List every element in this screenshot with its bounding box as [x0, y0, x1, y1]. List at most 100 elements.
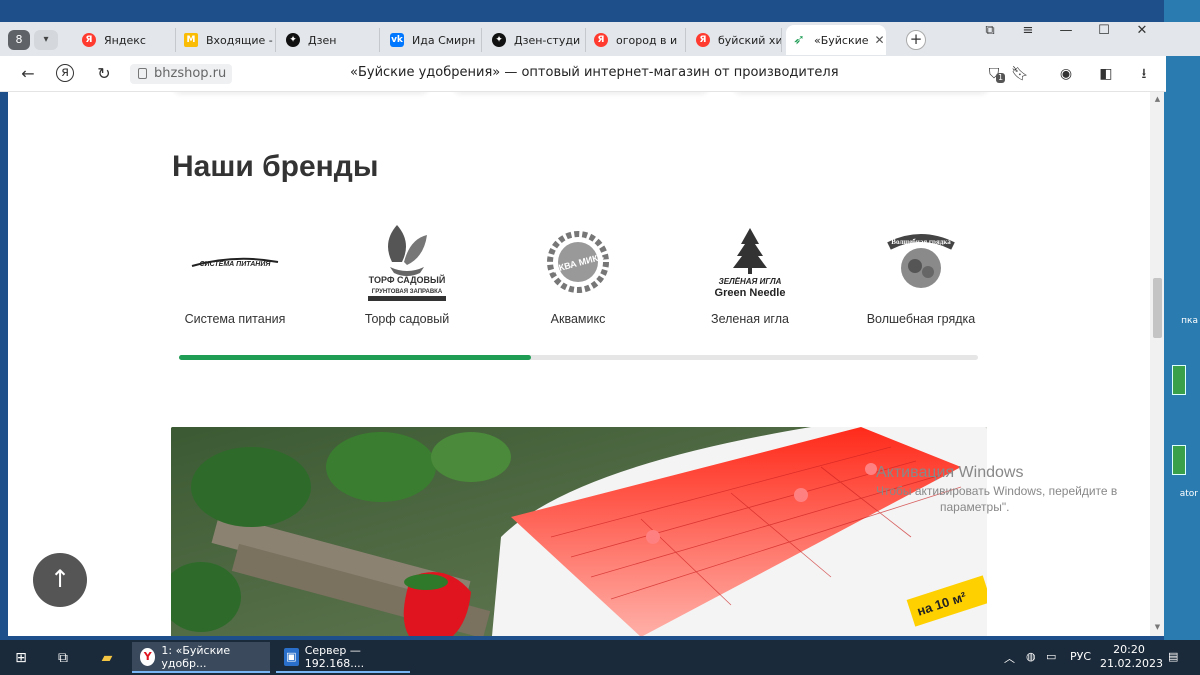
tab-strip-container: 8 ▾ Я Яндекс M Входящие - ✦ Дзен vk Ида …	[0, 0, 1200, 56]
brand-akvamiks[interactable]: АКВА МИКС Аквамикс	[503, 212, 653, 326]
windows-taskbar: ⊞ ⧉ ▰ Y 1: «Буйские удобр... ▣ Сервер — …	[0, 640, 1200, 675]
brand-zelenaya-igla[interactable]: ЗЕЛЁНАЯ ИГЛА Green Needle Зеленая игла	[675, 212, 825, 326]
web-page: Наши бренды СИСТЕМА ПИТАНИЯ Система пита…	[8, 92, 1150, 636]
brand-torf-sadoviy[interactable]: ТОРФ САДОВЫЙ ГРУНТОВАЯ ЗАПРАВКА Торф сад…	[332, 212, 482, 326]
collections-icon[interactable]: ⧉	[980, 24, 1000, 38]
vk-icon: vk	[390, 33, 404, 47]
maximize-button[interactable]: ☐	[1094, 24, 1114, 38]
new-tab-button[interactable]: +	[906, 30, 926, 50]
taskbar-app-yandex-browser[interactable]: Y 1: «Буйские удобр...	[132, 642, 270, 673]
yandex-icon: Я	[696, 33, 710, 47]
logo-text: ТОРФ САДОВЫЙ	[369, 274, 446, 285]
windows-start-icon[interactable]: ⊞	[10, 647, 32, 669]
address-bar: ← я ↻ bhzshop.ru «Буйские удобрения» — о…	[0, 56, 1166, 92]
yandex-browser-icon: Y	[140, 647, 156, 666]
brand-name: Аквамикс	[550, 312, 606, 326]
tab-yandex[interactable]: Я Яндекс	[76, 28, 176, 52]
brand-logo: ЗЕЛЁНАЯ ИГЛА Green Needle	[675, 212, 825, 312]
taskbar-app-label: 1: «Буйские удобр...	[161, 643, 231, 670]
badge-count: 1	[996, 73, 1006, 83]
tab-zen-studio[interactable]: ✦ Дзен-студи	[486, 28, 586, 52]
tab-count-badge[interactable]: 8	[8, 30, 30, 50]
clock-date: 21.02.2023	[1100, 657, 1163, 670]
close-icon[interactable]: ✕	[875, 33, 885, 47]
back-arrow-icon[interactable]: ←	[18, 64, 38, 84]
brand-volshebnaya-gryadka[interactable]: Волшебная грядка Волшебная грядка	[846, 212, 996, 326]
brand-logo: АКВА МИКС	[503, 212, 653, 312]
promo-banner[interactable]: на 10 м²	[171, 427, 987, 636]
sidebar-icon[interactable]: ◧	[1096, 64, 1116, 84]
gmail-icon: M	[184, 33, 198, 47]
url-domain: bhzshop.ru	[154, 66, 227, 81]
tab-label: Дзен	[308, 33, 337, 47]
protect-icon[interactable]: ⛉ 1	[984, 64, 1006, 84]
lock-icon	[138, 68, 147, 79]
show-hidden-icons-icon[interactable]: ︿	[1004, 650, 1015, 666]
scroll-to-top-button[interactable]: ↑	[33, 553, 87, 607]
brand-logo: СИСТЕМА ПИТАНИЯ	[160, 212, 310, 312]
display-icon[interactable]: ▭	[1046, 650, 1056, 663]
tab-bhzshop-active[interactable]: ➶ «Буйские ✕	[786, 25, 886, 55]
logo-text: ЗЕЛЁНАЯ ИГЛА	[719, 277, 782, 286]
sistema-pitaniya-logo: СИСТЕМА ПИТАНИЯ	[191, 257, 279, 268]
page-scrollbar[interactable]: ▲ ▼	[1150, 92, 1164, 636]
brand-logo: Волшебная грядка	[846, 212, 996, 312]
reload-icon[interactable]: ↻	[94, 64, 114, 84]
network-icon[interactable]: ◍	[1026, 650, 1036, 663]
desktop-label: ator	[1179, 489, 1198, 499]
tab-label: буйский хи	[718, 33, 782, 47]
remote-desktop-icon: ▣	[284, 647, 299, 666]
minimize-button[interactable]: —	[1056, 24, 1076, 38]
notifications-icon[interactable]: ▤	[1168, 650, 1178, 663]
url-field[interactable]: bhzshop.ru	[130, 64, 233, 84]
file-explorer-icon[interactable]: ▰	[96, 647, 118, 669]
desktop-label: пка	[1181, 316, 1198, 326]
brand-logo: ТОРФ САДОВЫЙ ГРУНТОВАЯ ЗАПРАВКА	[332, 212, 482, 312]
carousel-progress-fill	[179, 355, 531, 360]
activation-text: параметры".	[940, 500, 1010, 514]
task-view-icon[interactable]: ⧉	[52, 647, 74, 669]
tab-zen[interactable]: ✦ Дзен	[280, 28, 380, 52]
desktop-shortcut-icon[interactable]	[1172, 445, 1186, 475]
tab-ogorod[interactable]: Я огород в и	[588, 28, 686, 52]
brand-sistema-pitaniya[interactable]: СИСТЕМА ПИТАНИЯ Система питания	[160, 212, 310, 326]
torf-sadoviy-logo: ТОРФ САДОВЫЙ ГРУНТОВАЯ ЗАПРАВКА	[368, 225, 446, 301]
zen-icon: ✦	[286, 33, 300, 47]
tab-buyskiy[interactable]: Я буйский хи	[690, 28, 782, 52]
scroll-thumb[interactable]	[1153, 278, 1162, 338]
logo-text: Волшебная грядка	[891, 238, 951, 246]
extension-icon[interactable]: ◉	[1056, 64, 1076, 84]
bookmark-icon[interactable]: 🔖︎	[1010, 64, 1030, 84]
zelenaya-igla-logo: ЗЕЛЁНАЯ ИГЛА Green Needle	[715, 228, 785, 299]
activation-text: Чтобы активировать Windows, перейдите в	[876, 484, 1118, 498]
system-clock[interactable]: 20:20 21.02.2023	[1100, 643, 1163, 671]
tab-vk[interactable]: vk Ида Смирн	[384, 28, 482, 52]
tab-label: Дзен-студи	[514, 33, 581, 47]
taskbar-app-label: Сервер — 192.168....	[304, 643, 365, 670]
zen-icon: ✦	[492, 33, 506, 47]
section-title: Наши бренды	[172, 150, 379, 183]
akvamiks-logo: АКВА МИКС	[547, 231, 609, 293]
brand-name: Торф садовый	[364, 312, 450, 326]
menu-icon[interactable]: ≡	[1018, 24, 1038, 38]
tab-gmail[interactable]: M Входящие -	[178, 28, 276, 52]
banner-image: на 10 м²	[171, 427, 987, 636]
yandex-icon: Я	[594, 33, 608, 47]
tab-list-dropdown[interactable]: ▾	[34, 30, 58, 50]
tab-label: Входящие -	[206, 33, 273, 47]
scroll-down-arrow-icon[interactable]: ▼	[1153, 623, 1162, 631]
taskbar-app-remote-desktop[interactable]: ▣ Сервер — 192.168....	[276, 642, 410, 673]
yandex-logo-icon[interactable]: я	[56, 64, 74, 82]
download-icon[interactable]: ⭳	[1134, 64, 1154, 84]
tab-label: «Буйские	[814, 33, 869, 47]
activation-title: Активация Windows	[876, 464, 1024, 481]
tab-label: Яндекс	[104, 33, 146, 47]
windows-activation-watermark: Активация Windows Чтобы активировать Win…	[876, 464, 1117, 514]
carousel-progress-track[interactable]	[179, 355, 978, 360]
desktop-area: пка ator	[1164, 0, 1200, 640]
language-indicator[interactable]: РУС	[1070, 650, 1091, 663]
desktop-shortcut-icon[interactable]	[1172, 365, 1186, 395]
brand-name: Волшебная грядка	[866, 312, 976, 326]
scroll-up-arrow-icon[interactable]: ▲	[1153, 95, 1162, 103]
close-window-button[interactable]: ✕	[1132, 24, 1152, 38]
